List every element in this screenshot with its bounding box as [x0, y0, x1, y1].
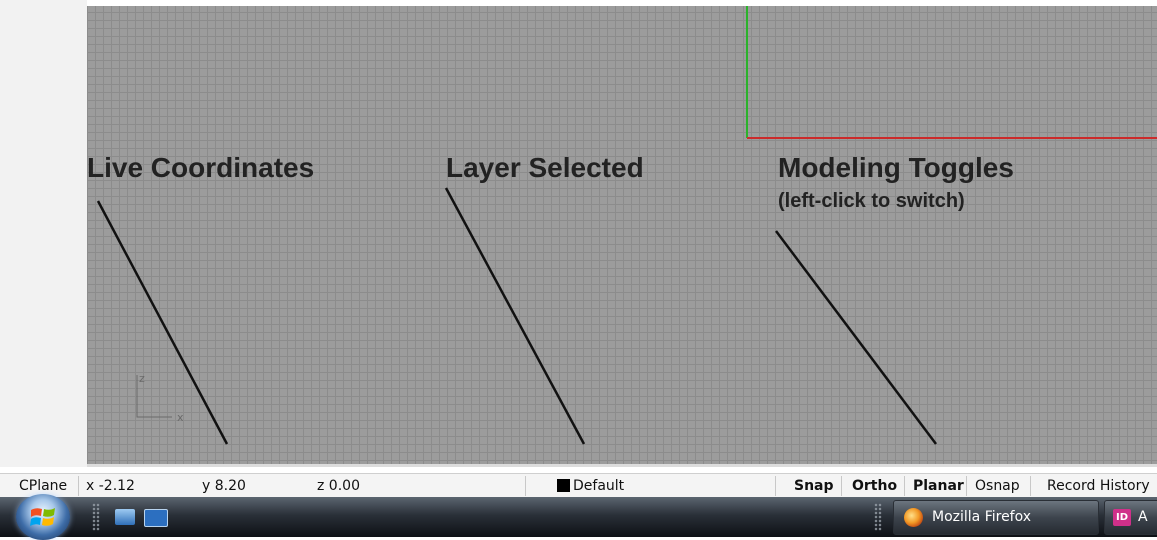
status-separator [1030, 476, 1031, 496]
pointer-line-layer [444, 187, 586, 445]
annotation-layer-selected: Layer Selected [446, 152, 644, 183]
viewport-overlay: z x [96, 6, 1157, 445]
axis-x-label: x [177, 411, 184, 424]
annotation-live-coordinates: Live Coordinates [87, 152, 315, 183]
status-separator [841, 476, 842, 496]
taskbar-indesign-label: A [1138, 509, 1148, 525]
layer-indicator[interactable]: Default [557, 474, 624, 498]
annotation-modeling-toggles: Modeling Toggles [778, 152, 1014, 183]
taskbar-firefox-button[interactable]: Mozilla Firefox [893, 500, 1099, 535]
axis-z-label: z [139, 372, 145, 385]
record-history-toggle[interactable]: Record History [1047, 474, 1150, 498]
planar-toggle[interactable]: Planar [913, 474, 964, 498]
status-bar: CPlane x -2.12 y 8.20 z 0.00 Default Sna… [0, 473, 1157, 498]
taskbar-grip[interactable] [92, 503, 100, 531]
taskbar: Mozilla Firefox ID A [0, 494, 1157, 540]
windows-logo-icon [30, 508, 55, 526]
coordinate-y: y 8.20 [202, 478, 246, 494]
taskbar-grip[interactable] [874, 503, 882, 531]
status-separator [904, 476, 905, 496]
snap-toggle[interactable]: Snap [794, 474, 834, 498]
annotation-toggles-hint: (left-click to switch) [778, 190, 965, 212]
status-separator [775, 476, 776, 496]
layer-name: Default [573, 478, 625, 494]
indesign-icon: ID [1113, 509, 1131, 526]
start-button[interactable] [16, 494, 70, 540]
status-separator [966, 476, 967, 496]
switch-windows-icon[interactable] [144, 509, 168, 527]
coordinate-z: z 0.00 [317, 478, 360, 494]
status-separator [525, 476, 526, 496]
ortho-toggle[interactable]: Ortho [852, 474, 897, 498]
pointer-line-toggles [775, 230, 937, 445]
pointer-line-coordinates [96, 200, 229, 445]
layer-color-swatch [557, 479, 570, 492]
coordinate-x: x -2.12 [86, 478, 135, 494]
show-desktop-icon[interactable] [115, 509, 135, 525]
osnap-toggle[interactable]: Osnap [975, 474, 1020, 498]
firefox-icon [904, 508, 923, 527]
status-separator [78, 476, 79, 496]
taskbar-firefox-label: Mozilla Firefox [932, 509, 1032, 525]
taskbar-indesign-button[interactable]: ID A [1104, 500, 1157, 535]
